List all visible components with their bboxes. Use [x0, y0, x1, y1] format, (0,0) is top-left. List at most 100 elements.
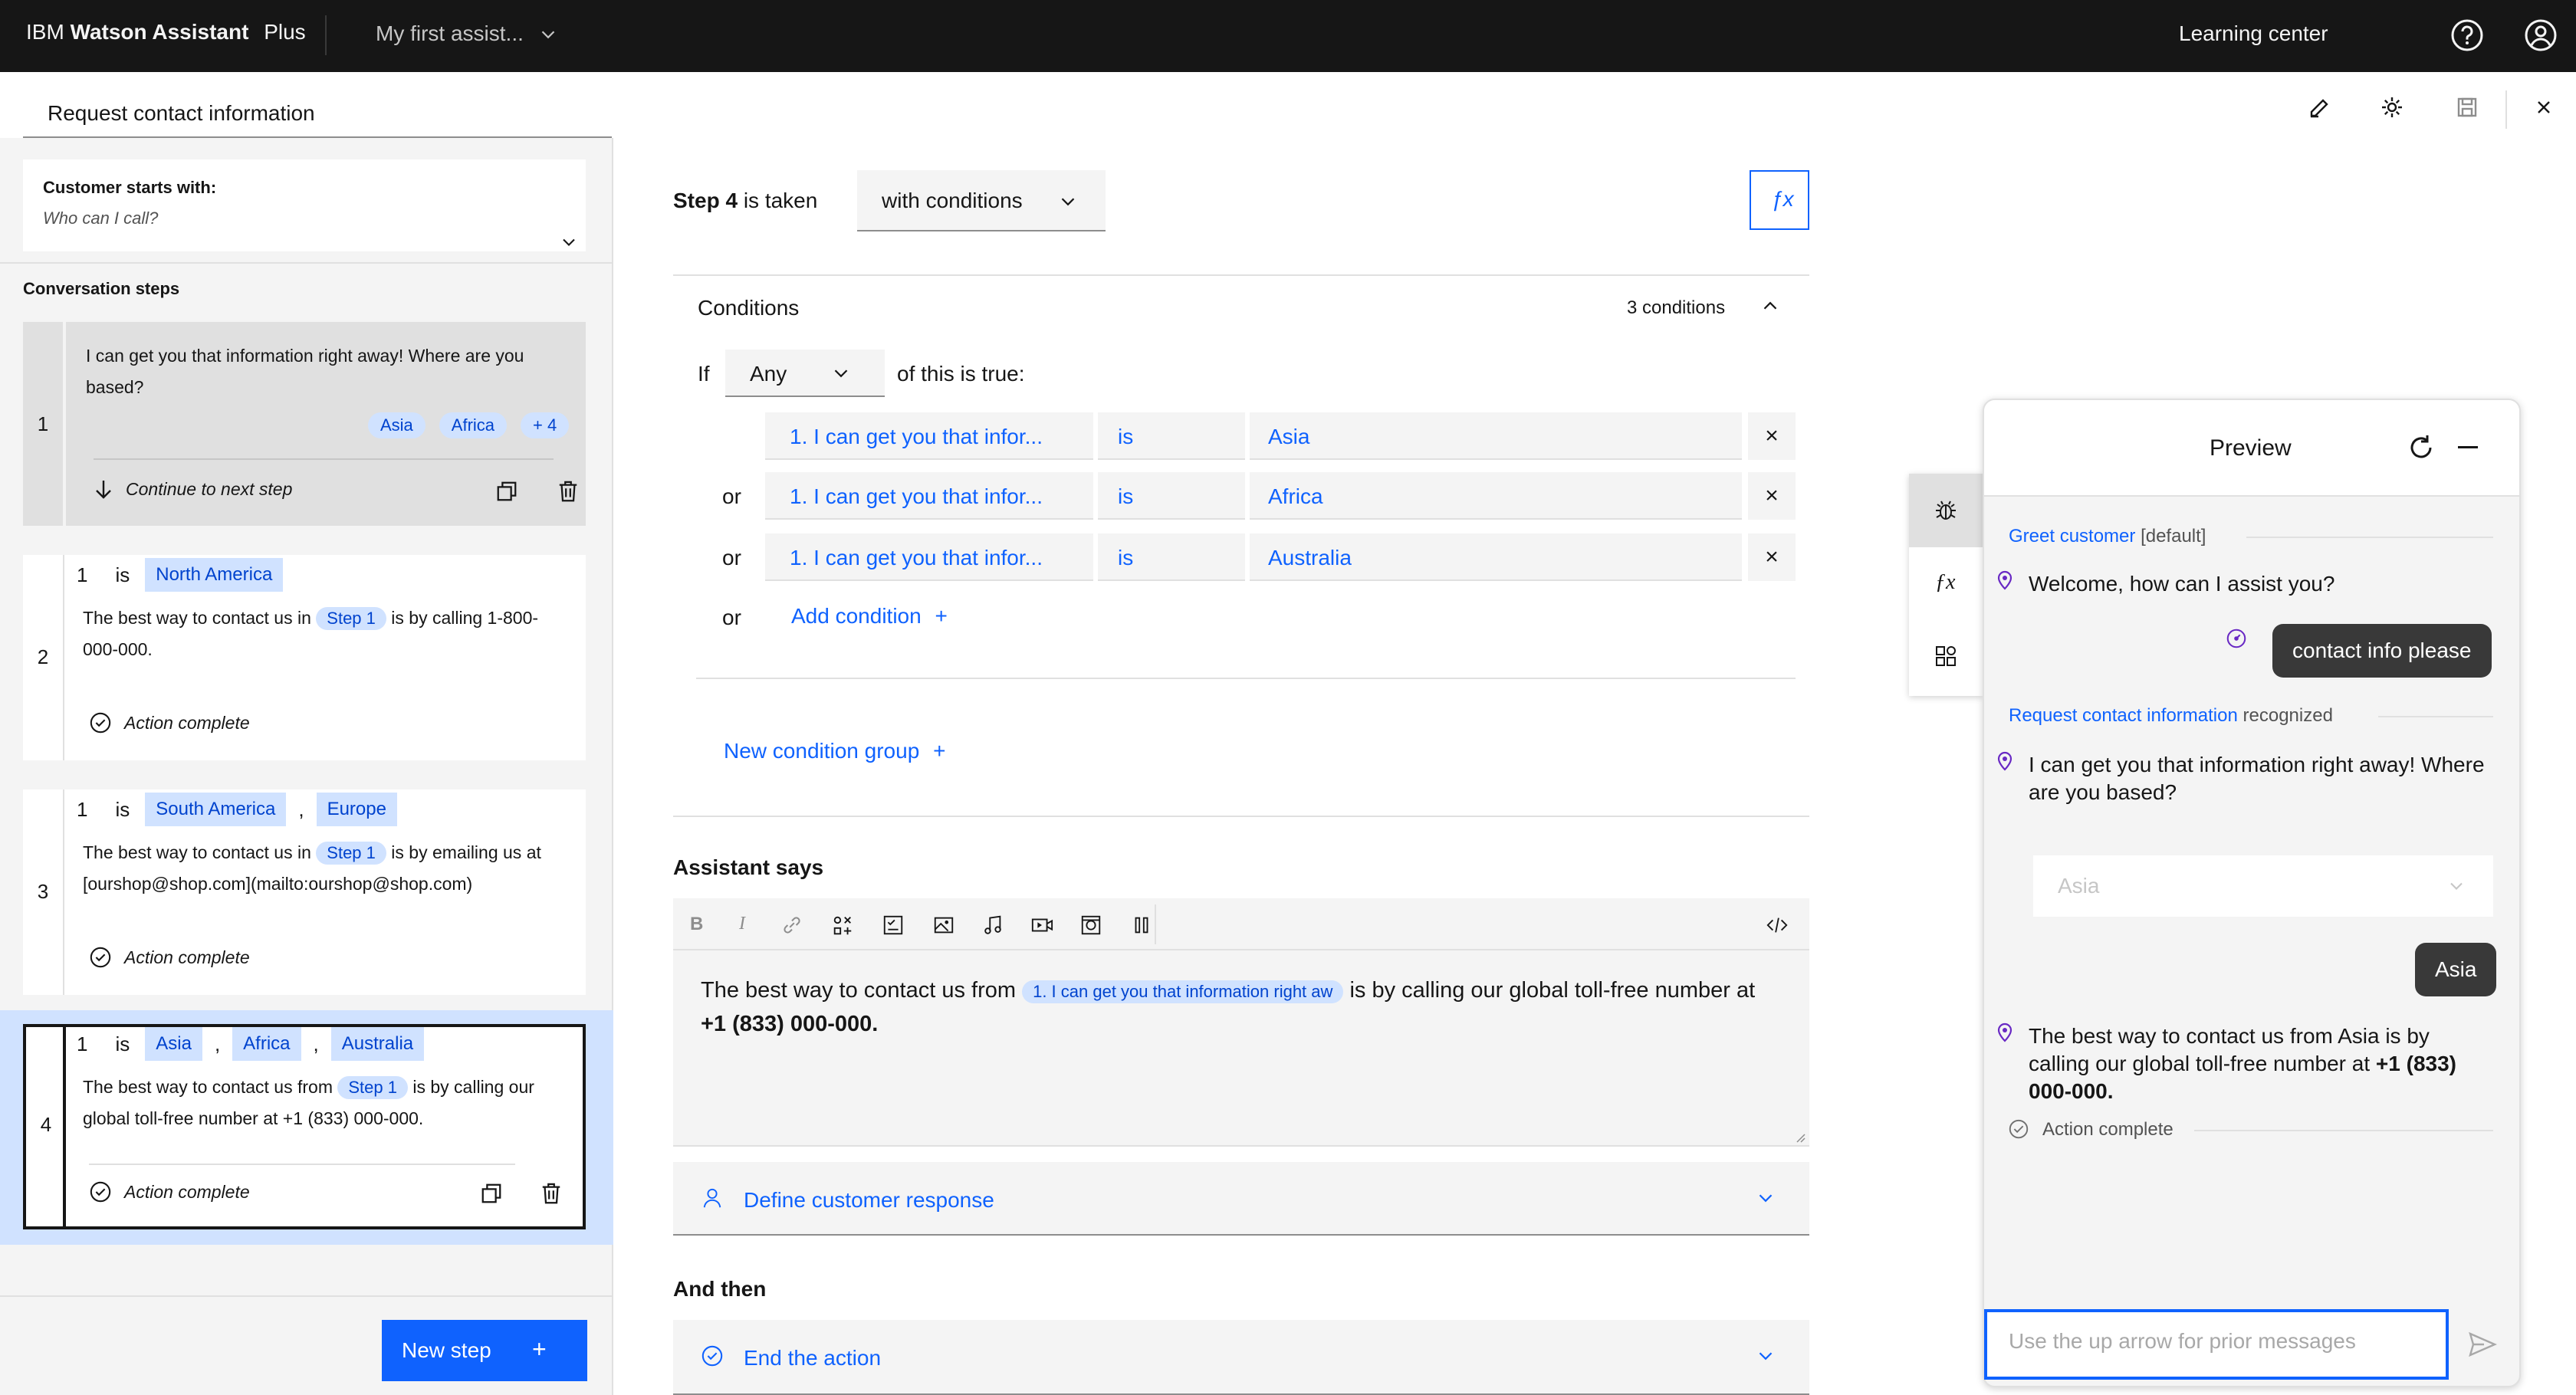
- code-view-icon[interactable]: [1765, 914, 1789, 937]
- duplicate-icon[interactable]: [480, 1182, 503, 1205]
- product-brand[interactable]: IBM Watson Assistant Plus: [26, 20, 306, 44]
- learning-center-link[interactable]: Learning center: [2179, 21, 2328, 46]
- chevron-down-icon: [2450, 882, 2463, 890]
- top-header: IBM Watson Assistant Plus My first assis…: [0, 0, 2576, 72]
- options-dropdown[interactable]: Asia: [2033, 855, 2493, 917]
- brand-prefix: IBM: [26, 20, 64, 44]
- variable-insert-icon[interactable]: [831, 914, 854, 937]
- starts-with-label: Customer starts with:: [43, 178, 217, 197]
- chat-input-field[interactable]: [1984, 1309, 2449, 1380]
- step-condition: 1 is North America: [77, 555, 284, 595]
- brand-name: Watson Assistant: [70, 20, 249, 44]
- settings-gear-icon[interactable]: [2380, 95, 2404, 120]
- sidebar-footer-divider: [0, 1295, 612, 1297]
- bot-message: The best way to contact us from Asia is …: [2029, 1024, 2456, 1103]
- video-icon[interactable]: [1030, 914, 1053, 937]
- define-customer-response-accordion[interactable]: Define customer response: [673, 1162, 1809, 1236]
- duplicate-icon[interactable]: [495, 480, 518, 503]
- customer-starts-with-card[interactable]: Customer starts with: Who can I call?: [23, 159, 586, 251]
- variables-fx-icon[interactable]: ƒx: [1935, 570, 1955, 595]
- step-number: 4: [40, 1113, 52, 1136]
- link-icon[interactable]: [780, 914, 803, 937]
- condition-operator-3[interactable]: is: [1098, 533, 1245, 581]
- condition-value-1[interactable]: Asia: [1250, 412, 1742, 460]
- remove-condition-icon[interactable]: ×: [1748, 412, 1796, 460]
- user-avatar-icon[interactable]: [2524, 18, 2558, 52]
- bold-icon[interactable]: B: [690, 914, 703, 935]
- close-icon[interactable]: [2532, 95, 2556, 120]
- checkmark-outline-icon: [90, 947, 111, 968]
- match-type-dropdown[interactable]: Any: [725, 350, 885, 397]
- image-icon[interactable]: [932, 914, 955, 937]
- function-fx-button[interactable]: ƒx: [1750, 170, 1809, 230]
- step-footer: Action complete: [89, 946, 250, 969]
- chevron-down-icon: [834, 369, 848, 378]
- delete-trash-icon[interactable]: [540, 1182, 563, 1205]
- checkmark-outline-icon: [90, 712, 111, 734]
- tag-more[interactable]: + 4: [521, 412, 570, 438]
- step-card-2[interactable]: 2 1 is North America The best way to con…: [23, 555, 586, 760]
- step-card-4-selected[interactable]: 4 1 is Asia , Africa , Australia The bes…: [23, 1024, 586, 1229]
- edit-icon[interactable]: [2308, 95, 2332, 120]
- assistant-switcher[interactable]: My first assist...: [376, 21, 524, 46]
- action-title: Request contact information: [48, 101, 315, 125]
- condition-value-tag: North America: [145, 558, 284, 592]
- help-icon[interactable]: [2450, 18, 2484, 52]
- or-connector: or: [722, 606, 741, 629]
- remove-condition-icon[interactable]: ×: [1748, 533, 1796, 581]
- delete-trash-icon[interactable]: [557, 480, 580, 503]
- step-text: The best way to contact us in Step 1 is …: [83, 607, 539, 659]
- step-taken-dropdown[interactable]: with conditions: [857, 170, 1106, 231]
- condition-field-3[interactable]: 1. I can get you that infor...: [765, 533, 1093, 581]
- condition-value-3[interactable]: Australia: [1250, 533, 1742, 581]
- condition-field-1[interactable]: 1. I can get you that infor...: [765, 412, 1093, 460]
- send-icon[interactable]: [2467, 1329, 2498, 1360]
- conditions-divider: [696, 678, 1796, 679]
- action-title-field[interactable]: Request contact information: [23, 95, 612, 138]
- chevron-down-icon[interactable]: [537, 23, 560, 46]
- extension-icon[interactable]: [1934, 644, 1958, 668]
- condition-value-2[interactable]: Africa: [1250, 472, 1742, 520]
- rich-text-toolbar: B I: [673, 898, 1809, 950]
- request-contact-info-link[interactable]: Request contact information: [2009, 705, 2238, 726]
- new-condition-group-button[interactable]: New condition group +: [724, 739, 945, 763]
- step-footer: Continue to next step: [94, 478, 292, 500]
- restart-icon[interactable]: [2406, 432, 2436, 463]
- chevron-down-icon: [1759, 1194, 1773, 1203]
- iframe-icon[interactable]: [1079, 914, 1102, 937]
- bot-message: I can get you that information right awa…: [2029, 753, 2485, 804]
- response-text-editor[interactable]: The best way to contact us from 1. I can…: [673, 950, 1809, 1147]
- add-condition-button[interactable]: Add condition +: [791, 604, 948, 629]
- end-the-action-accordion[interactable]: End the action: [673, 1320, 1809, 1395]
- condition-operator-1[interactable]: is: [1098, 412, 1245, 460]
- plan-label: Plus: [264, 20, 306, 44]
- chevron-up-icon[interactable]: [1759, 294, 1782, 317]
- minimize-icon[interactable]: [2458, 446, 2478, 448]
- chat-input[interactable]: [2009, 1329, 2423, 1354]
- checkmark-outline-icon: [702, 1345, 723, 1367]
- save-icon[interactable]: [2455, 95, 2479, 120]
- audio-icon[interactable]: [981, 914, 1004, 937]
- toolbar-divider: [2505, 90, 2507, 129]
- italic-icon[interactable]: I: [739, 914, 745, 934]
- condition-field-2[interactable]: 1. I can get you that infor...: [765, 472, 1093, 520]
- pause-icon[interactable]: [1130, 914, 1153, 937]
- step-card-1[interactable]: 1 I can get you that information right a…: [23, 322, 586, 526]
- remove-condition-icon[interactable]: ×: [1748, 472, 1796, 520]
- new-step-button[interactable]: New step +: [382, 1320, 587, 1381]
- chevron-down-icon[interactable]: [558, 231, 580, 253]
- greet-customer-link[interactable]: Greet customer: [2009, 526, 2135, 547]
- tag-africa: Africa: [439, 412, 508, 438]
- chevron-down-icon: [1056, 190, 1079, 213]
- checkmark-outline-icon: [2007, 1118, 2030, 1141]
- step-number: 2: [37, 645, 49, 668]
- step-card-3[interactable]: 3 1 is South America , Europe The best w…: [23, 789, 586, 995]
- debug-bug-icon[interactable]: [1934, 498, 1958, 523]
- intent-detected-icon[interactable]: [2225, 627, 2248, 650]
- user-message: Asia: [2415, 943, 2497, 996]
- bot-avatar-icon: [1996, 570, 2013, 592]
- condition-operator-2[interactable]: is: [1098, 472, 1245, 520]
- option-list-icon[interactable]: [882, 914, 905, 937]
- step-footer: Action complete: [89, 1180, 250, 1203]
- step-text: The best way to contact us in Step 1 is …: [83, 842, 541, 894]
